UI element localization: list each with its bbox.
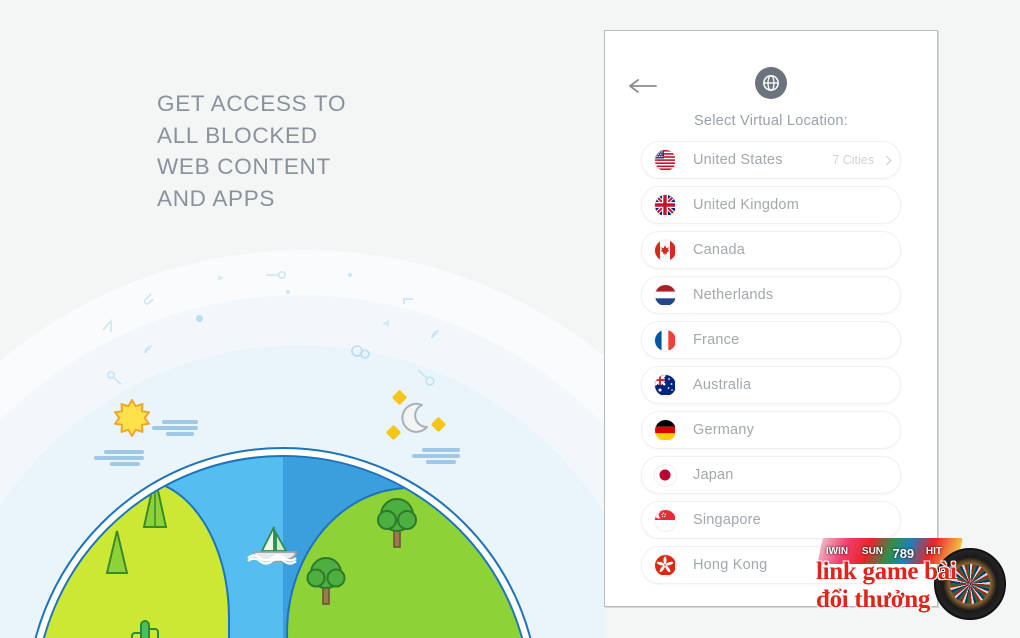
paperclip-icon: [143, 293, 154, 305]
undo-arrow-icon: [403, 298, 413, 304]
wifi-icon: [144, 345, 153, 354]
tree-icon: [377, 498, 417, 548]
cities-count-label: 7 Cities: [832, 153, 874, 167]
key-icon: [106, 370, 122, 385]
headline-line-1: GET ACCESS TO: [157, 91, 347, 116]
globe-glyph: [763, 75, 779, 91]
country-name: Netherlands: [693, 287, 774, 303]
moon-icon: [401, 402, 428, 433]
sailboat-icon: [247, 526, 297, 565]
country-name: France: [693, 332, 740, 348]
country-row-hong-kong[interactable]: Hong Kong: [641, 546, 901, 584]
country-row-singapore[interactable]: Singapore: [641, 501, 901, 539]
country-name: Japan: [693, 467, 734, 483]
country-row-australia[interactable]: Australia: [641, 366, 901, 404]
headline-line-3: WEB CONTENT: [157, 154, 331, 179]
country-row-netherlands[interactable]: Netherlands: [641, 276, 901, 314]
country-list[interactable]: United States 7 Cities United Kingdom Can…: [605, 141, 937, 596]
tree-icon: [306, 557, 346, 605]
flag-jp-icon: [654, 463, 677, 487]
flag-de-icon: [654, 418, 677, 442]
dot-icon: [286, 290, 290, 294]
flag-fr-icon: [654, 328, 677, 352]
globe-icon: [755, 67, 787, 99]
chat-bubbles-icon: [351, 345, 370, 359]
cactus-icon: [131, 620, 159, 638]
country-row-united-kingdom[interactable]: United Kingdom: [641, 186, 901, 224]
pine-tree-icon: [142, 476, 168, 528]
country-name: Australia: [693, 377, 752, 393]
country-row-canada[interactable]: Canada: [641, 231, 901, 269]
cloud-icon: [152, 418, 200, 438]
flag-au-icon: [654, 373, 677, 397]
flag-sg-icon: [654, 508, 677, 532]
landmass: [36, 479, 230, 638]
back-arrow-icon[interactable]: [627, 76, 659, 96]
dot-icon: [348, 273, 352, 277]
wifi-icon: [431, 330, 440, 339]
roulette-wheel-icon: [934, 548, 1006, 620]
chevron-right-icon[interactable]: [881, 155, 892, 165]
panel-title: Select Virtual Location:: [693, 113, 849, 129]
cloud-icon: [94, 448, 146, 468]
flag-us-icon: [654, 148, 677, 172]
key-icon: [417, 369, 435, 386]
country-name: Singapore: [693, 512, 761, 528]
headline-line-2: ALL BLOCKED: [157, 122, 318, 148]
flag-hk-icon: [654, 553, 677, 577]
country-row-france[interactable]: France: [641, 321, 901, 359]
country-row-united-states[interactable]: United States 7 Cities: [641, 141, 901, 179]
dot-icon: [196, 315, 203, 322]
country-cities-count: 7 Cities: [832, 153, 892, 167]
sun-icon: [114, 399, 150, 437]
country-name: Hong Kong: [693, 557, 768, 573]
country-name: United States: [693, 152, 783, 168]
country-row-japan[interactable]: Japan: [641, 456, 901, 494]
country-name: Canada: [693, 242, 745, 258]
link-node-icon: [266, 270, 287, 280]
country-name: Germany: [693, 422, 755, 438]
vpn-location-panel: Select Virtual Location: United States 7 …: [604, 30, 938, 607]
flag-nl-icon: [654, 283, 677, 307]
page-title: GET ACCESS TO ALL BLOCKED WEB CONTENT AN…: [157, 88, 487, 214]
flag-gb-icon: [654, 193, 677, 217]
country-name: United Kingdom: [693, 197, 799, 213]
flag-ca-icon: [654, 238, 677, 262]
share-arrow-icon: [102, 318, 112, 332]
country-row-germany[interactable]: Germany: [641, 411, 901, 449]
pine-tree-icon: [105, 530, 129, 574]
headline-line-4: AND APPS: [157, 185, 276, 211]
